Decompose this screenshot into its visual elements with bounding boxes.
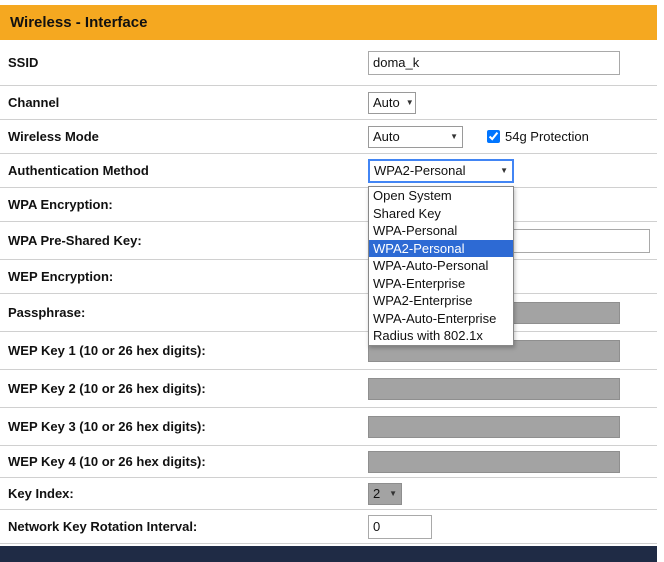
row-wep-key-3: WEP Key 3 (10 or 26 hex digits): [0, 408, 657, 446]
row-wep-key-1: WEP Key 1 (10 or 26 hex digits): [0, 332, 657, 370]
chevron-down-icon: ▼ [389, 489, 397, 498]
rotation-interval-label: Network Key Rotation Interval: [0, 519, 368, 534]
dropdown-option-wpa-personal[interactable]: WPA-Personal [369, 222, 513, 240]
ssid-input[interactable] [368, 51, 620, 75]
page-header: Wireless - Interface [0, 5, 657, 40]
dropdown-option-open-system[interactable]: Open System [369, 187, 513, 205]
settings-form: SSID Channel Auto ▼ Wireless Mode Auto ▼ [0, 40, 657, 544]
dropdown-option-wpa-auto-personal[interactable]: WPA-Auto-Personal [369, 257, 513, 275]
key-index-label: Key Index: [0, 486, 368, 501]
wep-encryption-label: WEP Encryption: [0, 269, 368, 284]
authentication-method-dropdown: Open System Shared Key WPA-Personal WPA2… [368, 186, 514, 346]
dropdown-option-wpa2-enterprise[interactable]: WPA2-Enterprise [369, 292, 513, 310]
dropdown-option-wpa-enterprise[interactable]: WPA-Enterprise [369, 275, 513, 293]
wep-key-3-input [368, 416, 620, 438]
row-key-index: Key Index: 2 ▼ [0, 478, 657, 510]
row-network-key-rotation-interval: Network Key Rotation Interval: [0, 510, 657, 544]
row-wep-encryption: WEP Encryption: [0, 260, 657, 294]
chevron-down-icon: ▼ [450, 132, 458, 141]
54g-protection-checkbox[interactable] [487, 130, 500, 143]
54g-protection-label: 54g Protection [505, 129, 589, 144]
row-wep-key-2: WEP Key 2 (10 or 26 hex digits): [0, 370, 657, 408]
authentication-method-select[interactable]: WPA2-Personal ▼ [368, 159, 514, 183]
key-index-select: 2 ▼ [368, 483, 402, 505]
wpa-encryption-label: WPA Encryption: [0, 197, 368, 212]
wireless-interface-page: Wireless - Interface SSID Channel Auto ▼… [0, 0, 664, 562]
row-ssid: SSID [0, 40, 657, 86]
row-wpa-encryption: WPA Encryption: [0, 188, 657, 222]
row-wireless-mode: Wireless Mode Auto ▼ 54g Protection [0, 120, 657, 154]
chevron-down-icon: ▼ [500, 166, 508, 175]
dropdown-option-wpa-auto-enterprise[interactable]: WPA-Auto-Enterprise [369, 310, 513, 328]
wpa-pre-shared-key-label: WPA Pre-Shared Key: [0, 233, 368, 248]
wireless-mode-select-value: Auto [373, 129, 400, 144]
wep-key-3-label: WEP Key 3 (10 or 26 hex digits): [0, 419, 368, 434]
wireless-mode-label: Wireless Mode [0, 129, 368, 144]
dropdown-option-radius-8021x[interactable]: Radius with 802.1x [369, 327, 513, 345]
dropdown-option-shared-key[interactable]: Shared Key [369, 205, 513, 223]
row-passphrase: Passphrase: [0, 294, 657, 332]
passphrase-label: Passphrase: [0, 305, 368, 320]
row-channel: Channel Auto ▼ [0, 86, 657, 120]
footer-bar [0, 546, 657, 562]
row-wep-key-4: WEP Key 4 (10 or 26 hex digits): [0, 446, 657, 478]
channel-select-value: Auto [373, 95, 400, 110]
authentication-method-label: Authentication Method [0, 163, 368, 178]
row-wpa-pre-shared-key: WPA Pre-Shared Key: [0, 222, 657, 260]
54g-protection-option: 54g Protection [487, 129, 589, 144]
page-title: Wireless - Interface [10, 14, 147, 31]
channel-select[interactable]: Auto ▼ [368, 92, 416, 114]
wep-key-2-input [368, 378, 620, 400]
row-authentication-method: Authentication Method WPA2-Personal ▼ [0, 154, 657, 188]
wep-key-1-label: WEP Key 1 (10 or 26 hex digits): [0, 343, 368, 358]
wep-key-4-label: WEP Key 4 (10 or 26 hex digits): [0, 454, 368, 469]
authentication-method-select-value: WPA2-Personal [374, 163, 466, 178]
ssid-label: SSID [0, 55, 368, 70]
key-index-select-value: 2 [373, 486, 380, 501]
channel-label: Channel [0, 95, 368, 110]
dropdown-option-wpa2-personal[interactable]: WPA2-Personal [369, 240, 513, 258]
wireless-mode-select[interactable]: Auto ▼ [368, 126, 463, 148]
wep-key-2-label: WEP Key 2 (10 or 26 hex digits): [0, 381, 368, 396]
rotation-interval-input[interactable] [368, 515, 432, 539]
wep-key-4-input [368, 451, 620, 473]
chevron-down-icon: ▼ [406, 98, 414, 107]
